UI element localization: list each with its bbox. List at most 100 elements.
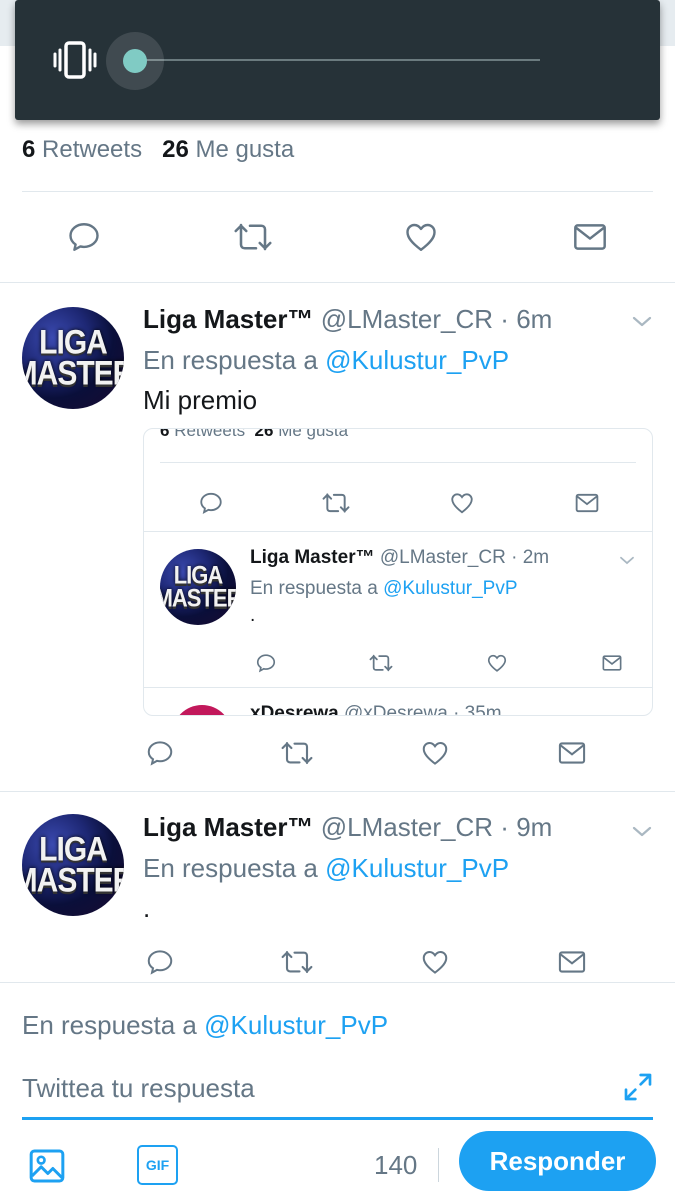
embedded-next-tweet-header: xDesrewa @xDesrewa · 35m [250, 703, 502, 716]
avatar-text: MASTER [22, 861, 124, 900]
heart-icon [406, 223, 437, 251]
character-counter: 140 [374, 1150, 418, 1180]
reply-mention-link[interactable]: @Kulustur_PvP [204, 1010, 388, 1040]
like-count: 26 [254, 428, 274, 440]
dm-button[interactable] [550, 940, 594, 984]
chevron-down-icon [618, 553, 636, 567]
like-label: Me gusta [195, 136, 295, 163]
reply-button[interactable] [138, 940, 182, 984]
reply-button[interactable] [138, 731, 182, 775]
tweet-image[interactable]: 6 Retweets 26 Me gusta LIGAMASTER Liga M… [143, 428, 653, 716]
volume-slider-thumb[interactable] [123, 49, 147, 73]
gif-label: GIF [145, 1157, 170, 1173]
reply-icon [256, 654, 276, 673]
tweet-text: Mi premio [143, 385, 258, 415]
divider [144, 531, 652, 532]
action-bar [138, 940, 594, 984]
dm-button[interactable] [568, 215, 612, 259]
like-button[interactable] [413, 940, 457, 984]
retweet-icon [281, 741, 313, 765]
retweet-icon [322, 493, 350, 513]
tweet-menu-button[interactable] [630, 822, 654, 840]
separator-dot: · [500, 304, 509, 334]
like-button[interactable] [399, 215, 443, 259]
timestamp: 35m [464, 703, 502, 716]
user-handle[interactable]: @LMaster_CR [321, 304, 493, 334]
reply-prefix: En respuesta a [250, 578, 378, 599]
embedded-stats: 6 Retweets 26 Me gusta [160, 428, 349, 441]
display-name[interactable]: Liga Master™ [143, 812, 314, 842]
add-photo-button[interactable] [27, 1146, 67, 1186]
action-bar [244, 641, 634, 685]
display-name[interactable]: Liga Master™ [143, 304, 314, 334]
expand-icon [624, 1073, 652, 1101]
reply-button[interactable] [62, 215, 106, 259]
composer-reply-context: En respuesta a @Kulustur_PvP [22, 1010, 388, 1041]
like-label: Me gusta [278, 428, 349, 440]
vibrate-icon[interactable] [51, 40, 99, 80]
separator-dot: · [453, 703, 460, 716]
gif-button[interactable]: GIF [137, 1145, 178, 1185]
reply-prefix: En respuesta a [143, 345, 318, 375]
envelope-icon [558, 951, 586, 973]
reply-prefix: En respuesta a [22, 1010, 197, 1040]
avatar[interactable]: LIGAMASTER [22, 814, 124, 916]
user-handle: @xDesrewa [344, 703, 448, 716]
action-bar [189, 481, 609, 525]
like-button [475, 641, 519, 685]
user-handle[interactable]: @LMaster_CR [321, 812, 493, 842]
heart-icon [422, 741, 447, 765]
heart-icon [422, 950, 447, 974]
reply-mention-link[interactable]: @Kulustur_PvP [325, 345, 509, 375]
divider [160, 462, 636, 463]
tweet-stats: 6 Retweets 26 Me gusta [22, 136, 294, 166]
respond-button[interactable]: Responder [459, 1131, 656, 1191]
retweet-button [359, 641, 403, 685]
tweet-menu-button[interactable] [630, 312, 654, 330]
reply-prefix: En respuesta a [143, 853, 318, 883]
avatar: LIGAMASTER [160, 549, 236, 625]
tweet-separator [0, 282, 675, 283]
embedded-reply-context: En respuesta a @Kulustur_PvP [250, 578, 518, 600]
dm-button [565, 481, 609, 525]
tweet-text: . [143, 893, 151, 923]
tweet-separator [0, 791, 675, 792]
retweet-button[interactable] [275, 940, 319, 984]
retweet-button[interactable] [231, 215, 275, 259]
reply-context: En respuesta a @Kulustur_PvP [143, 853, 509, 884]
volume-panel [15, 0, 660, 120]
expand-button[interactable] [622, 1071, 654, 1103]
like-button [440, 481, 484, 525]
tweet-header: Liga Master™ @LMaster_CR · 9m [143, 812, 552, 843]
retweet-button[interactable] [275, 731, 319, 775]
retweet-button [314, 481, 358, 525]
retweet-icon [281, 950, 313, 974]
chevron-down-icon [632, 316, 652, 327]
retweet-label: Retweets [42, 136, 143, 163]
timestamp[interactable]: 6m [516, 304, 552, 334]
retweet-icon [234, 223, 272, 251]
display-name: Liga Master™ [250, 547, 375, 568]
heart-icon [450, 493, 473, 514]
volume-slider-track[interactable] [145, 59, 540, 61]
reply-input[interactable]: Twittea tu respuesta [22, 1073, 582, 1104]
image-icon [29, 1149, 65, 1183]
user-handle: @LMaster_CR [379, 547, 506, 568]
reply-icon [147, 741, 173, 766]
dm-button[interactable] [550, 731, 594, 775]
envelope-icon [575, 493, 599, 513]
action-bar [138, 731, 594, 775]
like-button[interactable] [413, 731, 457, 775]
tweet-text: . [250, 605, 256, 626]
timestamp[interactable]: 9m [516, 812, 552, 842]
envelope-icon [602, 655, 622, 671]
reply-mention-link[interactable]: @Kulustur_PvP [325, 853, 509, 883]
timestamp: 2m [522, 547, 550, 568]
divider [438, 1148, 439, 1182]
heart-icon [487, 654, 506, 672]
avatar [172, 705, 232, 715]
envelope-icon [574, 224, 606, 250]
avatar[interactable]: LIGAMASTER [22, 307, 124, 409]
reply-button [244, 641, 288, 685]
separator-dot: · [500, 812, 509, 842]
